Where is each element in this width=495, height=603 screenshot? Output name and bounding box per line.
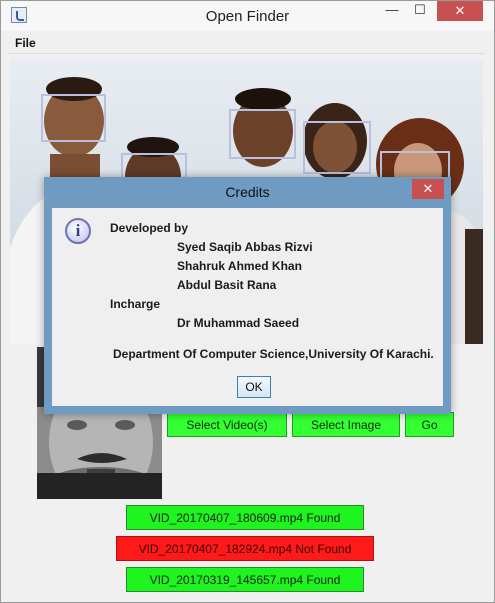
select-videos-button[interactable]: Select Video(s): [167, 412, 287, 437]
title-bar[interactable]: Open Finder — ☐ ✕: [1, 1, 494, 31]
face-detection-box: [229, 109, 296, 159]
dialog-title: Credits: [225, 184, 270, 200]
go-button[interactable]: Go: [405, 412, 454, 437]
developer-name: Syed Saqib Abbas Rizvi: [177, 240, 313, 254]
open-finder-window: Open Finder — ☐ ✕ File Select Video(s) S…: [0, 0, 495, 603]
ok-button[interactable]: OK: [237, 376, 271, 398]
result-item-found: VID_20170319_145657.mp4 Found: [126, 567, 364, 592]
credits-dialog: Credits ✕ i Developed by Syed Saqib Abba…: [44, 177, 451, 414]
face-detection-box: [41, 94, 106, 142]
developer-name: Shahruk Ahmed Khan: [177, 259, 302, 273]
dialog-close-button[interactable]: ✕: [412, 179, 444, 199]
maximize-button[interactable]: ☐: [407, 1, 433, 21]
info-icon: i: [65, 218, 91, 244]
incharge-label: Incharge: [110, 297, 161, 311]
menu-bar: File: [9, 33, 485, 54]
result-item-found: VID_20170407_180609.mp4 Found: [126, 505, 364, 530]
close-button[interactable]: ✕: [437, 1, 483, 21]
select-image-button[interactable]: Select Image: [292, 412, 400, 437]
dialog-body: i Developed by Syed Saqib Abbas Rizvi Sh…: [52, 208, 443, 406]
result-item-not-found: VID_20170407_182924.mp4 Not Found: [116, 536, 374, 561]
department-text: Department Of Computer Science,Universit…: [113, 347, 434, 361]
face-detection-box: [303, 121, 371, 174]
minimize-button[interactable]: —: [379, 1, 405, 21]
menu-file[interactable]: File: [15, 36, 36, 50]
developer-name: Abdul Basit Rana: [177, 278, 277, 292]
developed-by-label: Developed by: [110, 221, 189, 235]
incharge-name: Dr Muhammad Saeed: [177, 316, 300, 330]
